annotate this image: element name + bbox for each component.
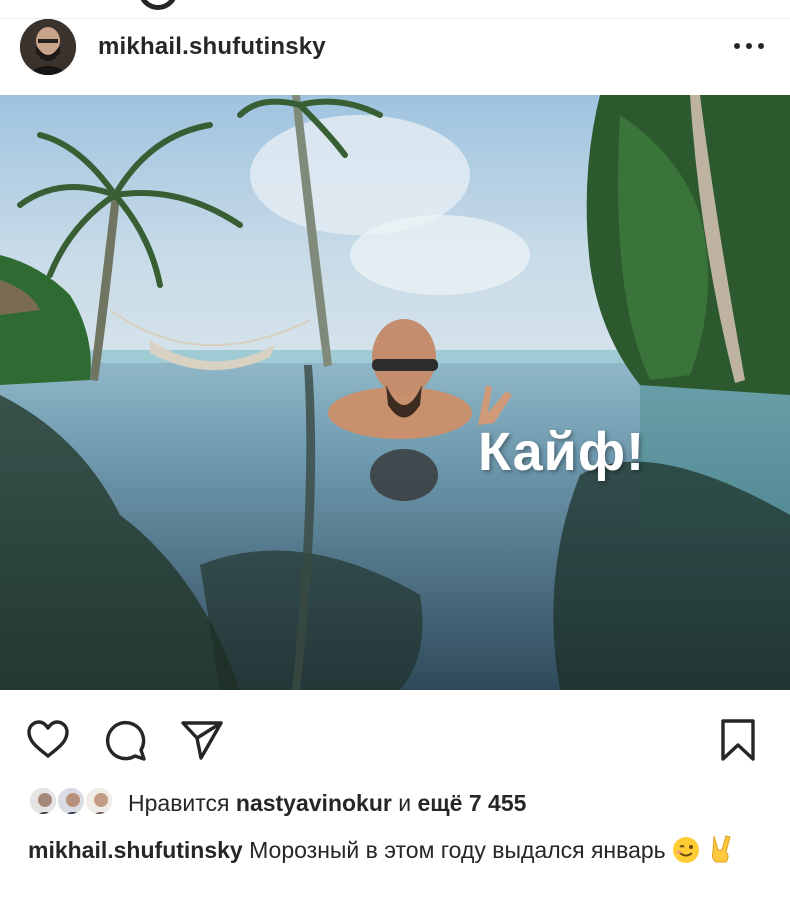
liker-username[interactable]: nastyavinokur	[236, 790, 392, 816]
winking-face-emoji-icon	[672, 836, 700, 872]
share-icon[interactable]	[180, 718, 224, 762]
likes-text[interactable]: Нравится nastyavinokur и ещё 7 455	[128, 790, 526, 817]
likes-prefix: Нравится	[128, 790, 230, 816]
more-options-icon[interactable]	[730, 33, 770, 57]
previous-post-fragment	[0, 0, 790, 18]
post-caption: mikhail.shufutinsky Морозный в этом году…	[28, 834, 768, 872]
likes-row: Нравится nastyavinokur и ещё 7 455	[0, 782, 790, 822]
post-actions-bar	[0, 690, 790, 782]
victory-hand-emoji-icon	[706, 834, 734, 872]
post-photo[interactable]: Кайф!	[0, 95, 790, 690]
caption-username[interactable]: mikhail.shufutinsky	[28, 837, 243, 863]
liker-avatar[interactable]	[28, 786, 58, 816]
avatar[interactable]	[20, 19, 76, 75]
post-header: mikhail.shufutinsky	[0, 19, 790, 95]
post-username[interactable]: mikhail.shufutinsky	[98, 33, 326, 61]
caption-text: Морозный в этом году выдался январь	[249, 837, 666, 863]
likes-count[interactable]: ещё 7 455	[417, 790, 526, 816]
photo-overlay-text: Кайф!	[478, 422, 646, 482]
like-icon[interactable]	[26, 718, 70, 762]
likes-middle: и	[398, 790, 412, 816]
comment-icon[interactable]	[104, 718, 148, 762]
liker-avatar[interactable]	[56, 786, 86, 816]
save-bookmark-icon[interactable]	[716, 718, 760, 762]
liker-avatar[interactable]	[84, 786, 114, 816]
